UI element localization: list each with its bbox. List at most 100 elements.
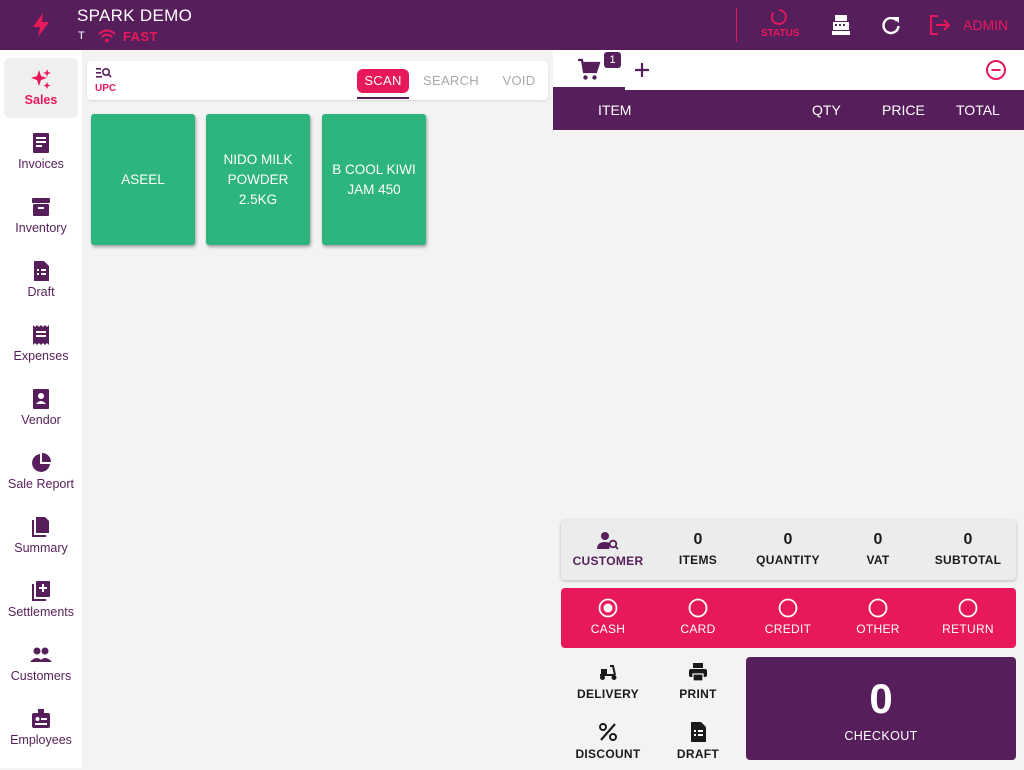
connection-status: FAST bbox=[123, 29, 158, 44]
payment-label: RETURN bbox=[942, 622, 994, 636]
product-tile[interactable]: ASEEL bbox=[91, 114, 195, 245]
items-count: 0 ITEMS bbox=[653, 520, 743, 580]
column-price: PRICE bbox=[882, 102, 925, 118]
sidebar-item-label: Vendor bbox=[21, 413, 61, 427]
cart-table-header: ITEM QTY PRICE TOTAL bbox=[553, 90, 1024, 130]
order-summary: CUSTOMER 0 ITEMS 0 QUANTITY 0 VAT 0 SUBT… bbox=[561, 520, 1016, 580]
vat-amount: 0 VAT bbox=[833, 520, 923, 580]
percent-icon bbox=[599, 723, 617, 741]
cash-register-icon[interactable] bbox=[830, 14, 852, 36]
sidebar-item-expenses[interactable]: Expenses bbox=[4, 314, 78, 374]
sidebar-item-label: Inventory bbox=[15, 221, 67, 235]
vendor-icon bbox=[33, 389, 49, 409]
tab-scan[interactable]: SCAN bbox=[357, 69, 409, 93]
sidebar-item-employees[interactable]: Employees bbox=[4, 698, 78, 758]
radio-icon bbox=[688, 598, 708, 618]
refresh-icon[interactable] bbox=[880, 14, 902, 36]
sidebar-item-label: Employees bbox=[10, 733, 72, 747]
quantity-label: QUANTITY bbox=[756, 553, 820, 567]
sidebar-item-label: Customers bbox=[10, 669, 72, 683]
upc-search-icon[interactable] bbox=[96, 66, 112, 79]
sidebar-item-sales[interactable]: Sales bbox=[4, 58, 78, 118]
radio-icon bbox=[868, 598, 888, 618]
sidebar-item-label: Expenses bbox=[13, 349, 69, 363]
subtotal-label: SUBTOTAL bbox=[934, 553, 1002, 567]
payment-label: CASH bbox=[590, 622, 626, 636]
vat-label: VAT bbox=[866, 553, 890, 567]
pie-chart-icon bbox=[32, 453, 51, 472]
radio-selected-icon bbox=[598, 598, 618, 618]
payment-label: CREDIT bbox=[764, 622, 812, 636]
customer-button[interactable]: CUSTOMER bbox=[563, 520, 653, 580]
summary-icon bbox=[32, 517, 49, 537]
payment-label: CARD bbox=[680, 622, 716, 636]
sidebar-item-label: Settlements bbox=[7, 605, 74, 619]
cart-count-badge: 1 bbox=[604, 52, 621, 68]
sidebar-item-inventory[interactable]: Inventory bbox=[4, 186, 78, 246]
radio-icon bbox=[778, 598, 798, 618]
column-item: ITEM bbox=[598, 102, 632, 118]
remove-cart-icon[interactable] bbox=[985, 59, 1007, 81]
delivery-label: DELIVERY bbox=[577, 687, 639, 701]
employees-icon bbox=[32, 709, 50, 728]
payment-credit[interactable]: CREDIT bbox=[743, 588, 833, 648]
header-divider bbox=[736, 8, 737, 42]
quantity-value: 0 bbox=[783, 531, 793, 548]
upc-label[interactable]: UPC bbox=[95, 83, 116, 94]
sidebar-item-label: Sales bbox=[24, 93, 58, 107]
items-label: ITEMS bbox=[678, 553, 718, 567]
items-value: 0 bbox=[693, 531, 703, 548]
cart-tabs: 1 bbox=[553, 50, 1024, 90]
payment-label: OTHER bbox=[856, 622, 900, 636]
tab-void[interactable]: VOID bbox=[497, 69, 541, 93]
draft-icon bbox=[691, 722, 706, 742]
terminal-label: T bbox=[78, 30, 85, 42]
sidebar-item-label: Invoices bbox=[18, 157, 64, 171]
print-button[interactable]: PRINT bbox=[653, 658, 743, 710]
logout-icon[interactable] bbox=[928, 14, 952, 36]
discount-label: DISCOUNT bbox=[575, 747, 641, 761]
sidebar-item-summary[interactable]: Summary bbox=[4, 506, 78, 566]
user-name[interactable]: ADMIN bbox=[963, 17, 1008, 33]
payment-other[interactable]: OTHER bbox=[833, 588, 923, 648]
subtotal-amount: 0 SUBTOTAL bbox=[923, 520, 1013, 580]
product-tile[interactable]: B COOL KIWI JAM 450 bbox=[322, 114, 426, 245]
checkout-amount: 0 bbox=[869, 675, 893, 722]
sidebar: Sales Invoices Inventory Draft Expenses … bbox=[0, 50, 82, 768]
customer-label: CUSTOMER bbox=[572, 554, 644, 568]
sidebar-item-invoices[interactable]: Invoices bbox=[4, 122, 78, 182]
status-icon[interactable] bbox=[770, 8, 788, 26]
checkout-label: CHECKOUT bbox=[844, 729, 918, 743]
tab-scan-indicator bbox=[357, 97, 409, 99]
draft-label: DRAFT bbox=[676, 747, 720, 761]
sidebar-item-customers[interactable]: Customers bbox=[4, 634, 78, 694]
sidebar-item-sale-report[interactable]: Sale Report bbox=[4, 442, 78, 502]
customers-icon bbox=[30, 647, 52, 662]
column-total: TOTAL bbox=[956, 102, 1000, 118]
tab-search[interactable]: SEARCH bbox=[421, 69, 481, 93]
delivery-button[interactable]: DELIVERY bbox=[563, 658, 653, 710]
add-cart-icon[interactable] bbox=[632, 60, 652, 80]
payment-cash[interactable]: CASH bbox=[563, 588, 653, 648]
sidebar-item-draft[interactable]: Draft bbox=[4, 250, 78, 310]
radio-icon bbox=[958, 598, 978, 618]
sidebar-item-label: Sale Report bbox=[7, 477, 74, 491]
product-tile[interactable]: NIDO MILK POWDER 2.5KG bbox=[206, 114, 310, 245]
customer-search-icon bbox=[597, 532, 619, 550]
sidebar-item-label: Draft bbox=[27, 285, 55, 299]
checkout-button[interactable]: 0 CHECKOUT bbox=[746, 657, 1016, 760]
vat-value: 0 bbox=[873, 531, 883, 548]
cart-icon[interactable] bbox=[577, 58, 601, 82]
discount-button[interactable]: DISCOUNT bbox=[563, 718, 653, 770]
top-bar: SPARK DEMO T FAST STATUS ADMIN bbox=[0, 0, 1024, 50]
status-label[interactable]: STATUS bbox=[761, 28, 800, 39]
sidebar-item-vendor[interactable]: Vendor bbox=[4, 378, 78, 438]
draft-button[interactable]: DRAFT bbox=[653, 718, 743, 770]
sparkle-icon bbox=[31, 69, 51, 89]
wifi-icon bbox=[98, 29, 116, 43]
payment-return[interactable]: RETURN bbox=[923, 588, 1013, 648]
sidebar-item-settlements[interactable]: Settlements bbox=[4, 570, 78, 630]
invoice-icon bbox=[33, 133, 49, 153]
archive-icon bbox=[32, 198, 50, 216]
payment-card[interactable]: CARD bbox=[653, 588, 743, 648]
